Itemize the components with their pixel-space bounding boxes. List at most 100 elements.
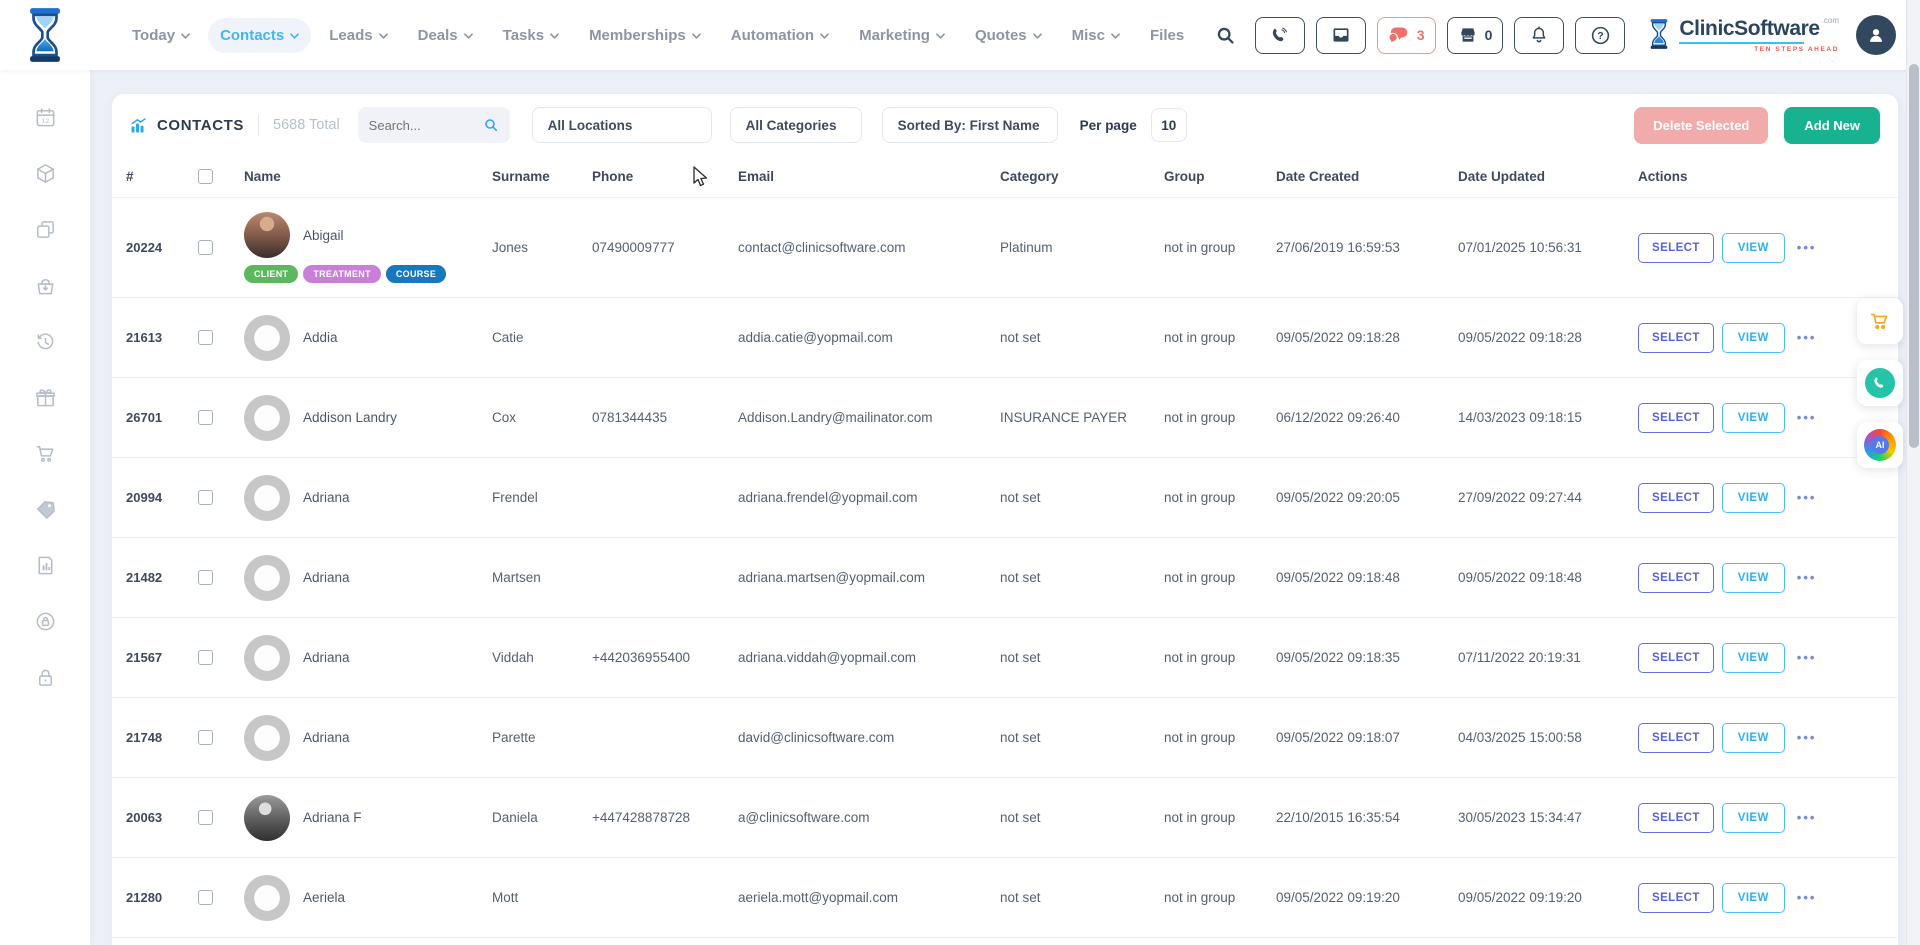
- brand-logo[interactable]: ClinicSoftware .com TEN STEPS AHEAD: [1646, 18, 1839, 53]
- contact-name-cell[interactable]: Adriana: [244, 555, 492, 601]
- scrollbar-track[interactable]: [1906, 0, 1920, 945]
- row-checkbox[interactable]: [198, 890, 213, 905]
- select-button[interactable]: SELECT: [1638, 643, 1714, 673]
- col-category[interactable]: Category: [1000, 169, 1164, 184]
- view-button[interactable]: VIEW: [1722, 723, 1785, 753]
- more-actions-button[interactable]: •••: [1797, 730, 1817, 745]
- more-actions-button[interactable]: •••: [1797, 570, 1817, 585]
- col-id[interactable]: #: [126, 169, 198, 184]
- view-button[interactable]: VIEW: [1722, 643, 1785, 673]
- more-actions-button[interactable]: •••: [1797, 810, 1817, 825]
- user-avatar[interactable]: [1856, 15, 1896, 55]
- row-checkbox[interactable]: [198, 570, 213, 585]
- select-button[interactable]: SELECT: [1638, 883, 1714, 913]
- nav-item-deals[interactable]: Deals: [406, 18, 485, 53]
- col-phone[interactable]: Phone: [592, 169, 738, 184]
- categories-filter[interactable]: All Categories: [730, 107, 862, 143]
- contact-name-cell[interactable]: Adriana: [244, 475, 492, 521]
- nav-item-contacts[interactable]: Contacts: [208, 18, 311, 53]
- lock-icon[interactable]: [34, 666, 57, 689]
- report-icon[interactable]: [34, 554, 57, 577]
- basket-download-icon[interactable]: [34, 274, 57, 297]
- select-all-checkbox[interactable]: [198, 169, 213, 184]
- more-actions-button[interactable]: •••: [1797, 650, 1817, 665]
- row-checkbox[interactable]: [198, 410, 213, 425]
- row-checkbox[interactable]: [198, 650, 213, 665]
- select-button[interactable]: SELECT: [1638, 563, 1714, 593]
- help-button[interactable]: ?: [1575, 17, 1625, 54]
- nav-item-files[interactable]: Files: [1138, 18, 1196, 53]
- select-button[interactable]: SELECT: [1638, 233, 1714, 263]
- gift-icon[interactable]: [34, 386, 57, 409]
- whatsapp-widget[interactable]: [1857, 360, 1903, 406]
- contact-name-cell[interactable]: Adriana: [244, 635, 492, 681]
- locations-filter[interactable]: All Locations: [532, 107, 712, 143]
- notifications-button[interactable]: [1514, 17, 1564, 54]
- row-checkbox[interactable]: [198, 730, 213, 745]
- view-button[interactable]: VIEW: [1722, 883, 1785, 913]
- magnifier-icon[interactable]: [483, 117, 499, 133]
- contact-name-cell[interactable]: Adriana: [244, 715, 492, 761]
- more-actions-button[interactable]: •••: [1797, 410, 1817, 425]
- col-name[interactable]: Name: [244, 169, 492, 184]
- select-button[interactable]: SELECT: [1638, 483, 1714, 513]
- nav-item-today[interactable]: Today: [120, 18, 202, 53]
- select-button[interactable]: SELECT: [1638, 723, 1714, 753]
- nav-item-tasks[interactable]: Tasks: [491, 18, 571, 53]
- row-checkbox[interactable]: [198, 330, 213, 345]
- contact-name-cell[interactable]: Adriana F: [244, 795, 492, 841]
- nav-item-automation[interactable]: Automation: [719, 18, 841, 53]
- delete-selected-button[interactable]: Delete Selected: [1634, 107, 1768, 144]
- select-button[interactable]: SELECT: [1638, 323, 1714, 353]
- inbox-button[interactable]: [1316, 17, 1366, 54]
- cart-icon[interactable]: [34, 442, 57, 465]
- view-button[interactable]: VIEW: [1722, 563, 1785, 593]
- more-actions-button[interactable]: •••: [1797, 330, 1817, 345]
- nav-item-leads[interactable]: Leads: [317, 18, 399, 53]
- history-icon[interactable]: [34, 330, 57, 353]
- row-checkbox[interactable]: [198, 490, 213, 505]
- col-surname[interactable]: Surname: [492, 169, 592, 184]
- col-group[interactable]: Group: [1164, 169, 1276, 184]
- view-button[interactable]: VIEW: [1722, 233, 1785, 263]
- search-input[interactable]: [369, 118, 477, 133]
- more-actions-button[interactable]: •••: [1797, 490, 1817, 505]
- package-icon[interactable]: [34, 162, 57, 185]
- view-button[interactable]: VIEW: [1722, 803, 1785, 833]
- ai-widget[interactable]: AI: [1857, 422, 1903, 468]
- account-lock-icon[interactable]: [34, 610, 57, 633]
- select-button[interactable]: SELECT: [1638, 803, 1714, 833]
- nav-item-quotes[interactable]: Quotes: [963, 18, 1054, 53]
- nav-item-memberships[interactable]: Memberships: [577, 18, 713, 53]
- copy-squares-icon[interactable]: [34, 218, 57, 241]
- per-page-value[interactable]: 10: [1151, 108, 1187, 142]
- cart-widget[interactable]: [1857, 298, 1903, 344]
- col-email[interactable]: Email: [738, 169, 1000, 184]
- view-button[interactable]: VIEW: [1722, 403, 1785, 433]
- contact-name-cell[interactable]: Addison Landry: [244, 395, 492, 441]
- row-checkbox[interactable]: [198, 810, 213, 825]
- search-icon[interactable]: [1215, 25, 1236, 46]
- col-created[interactable]: Date Created: [1276, 169, 1458, 184]
- contact-name-cell[interactable]: Addia: [244, 315, 492, 361]
- nav-item-marketing[interactable]: Marketing: [847, 18, 957, 53]
- app-logo-icon[interactable]: [22, 6, 68, 64]
- view-button[interactable]: VIEW: [1722, 323, 1785, 353]
- nav-item-misc[interactable]: Misc: [1060, 18, 1132, 53]
- col-updated[interactable]: Date Updated: [1458, 169, 1638, 184]
- chat-button[interactable]: 3: [1377, 17, 1436, 54]
- phone-button[interactable]: [1255, 17, 1305, 54]
- more-actions-button[interactable]: •••: [1797, 890, 1817, 905]
- contact-name-cell[interactable]: Aeriela: [244, 875, 492, 921]
- tag-icon[interactable]: [34, 498, 57, 521]
- scrollbar-thumb[interactable]: [1909, 64, 1919, 448]
- more-actions-button[interactable]: •••: [1797, 240, 1817, 255]
- add-new-button[interactable]: Add New: [1784, 107, 1880, 144]
- calendar-12-icon[interactable]: 12: [34, 106, 57, 129]
- contact-name-cell[interactable]: AbigailCLIENTTREATMENTCOURSE: [244, 212, 492, 283]
- sort-filter[interactable]: Sorted By: First Name: [882, 107, 1058, 143]
- select-button[interactable]: SELECT: [1638, 403, 1714, 433]
- row-checkbox[interactable]: [198, 240, 213, 255]
- store-button[interactable]: 0: [1447, 17, 1504, 54]
- view-button[interactable]: VIEW: [1722, 483, 1785, 513]
